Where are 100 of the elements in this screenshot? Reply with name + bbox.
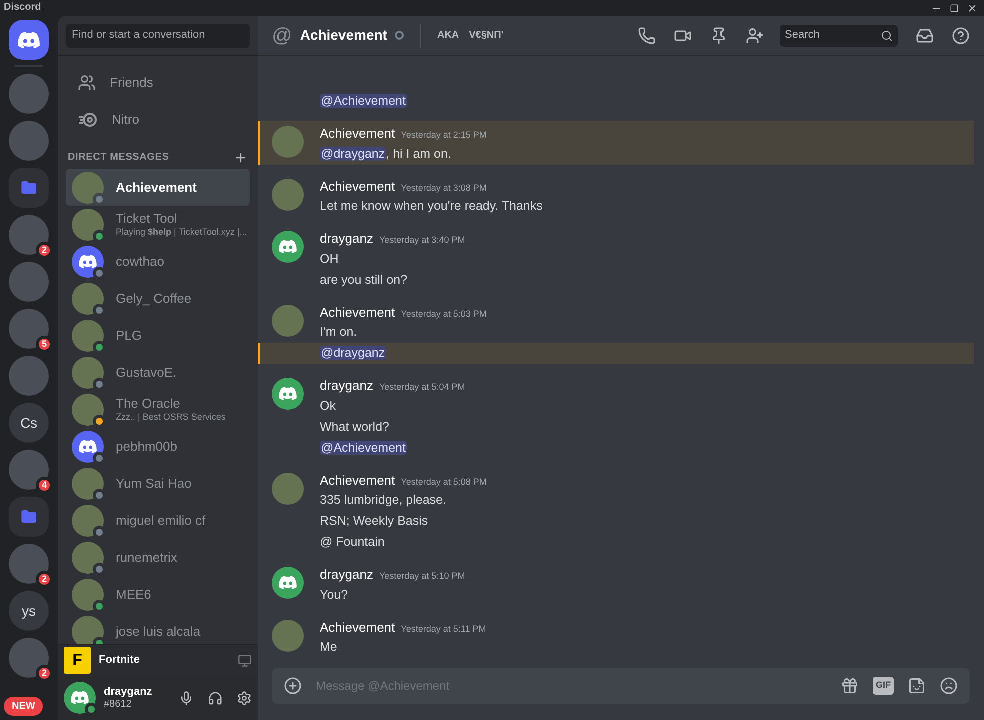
message-timestamp: Yesterday at 3:40 PM [379,234,466,247]
home-button[interactable] [9,20,49,60]
server-icon-placeholder[interactable] [9,638,49,678]
server-icon[interactable]: ys [9,591,49,631]
unread-count-badge: 4 [36,477,53,494]
conversation-item[interactable]: Gely_ Coffee [66,280,250,317]
conversation-item[interactable]: The Oracle Zzz.. | Best OSRS Services [66,391,250,428]
conversation-item[interactable]: Ticket Tool Playing $help | TicketTool.xyz |... [66,206,250,243]
discord-logo-icon [279,240,297,254]
add-icon[interactable] [234,150,248,164]
message-author[interactable]: Achievement [320,302,396,322]
server-folder[interactable] [9,168,49,208]
pin-icon[interactable] [710,26,728,44]
inbox-icon[interactable] [916,26,934,44]
discord-logo-icon [18,32,40,48]
unread-count-badge: 2 [36,242,53,259]
sticker-icon [908,677,926,695]
message-text: @ Fountain [320,534,385,551]
close-icon[interactable] [967,2,978,14]
conversation-name: pebhm00b [116,438,178,454]
message-timestamp: Yesterday at 5:10 PM [379,570,466,583]
message-text: @drayganz, hi I am on. [320,146,452,163]
message-author[interactable]: Achievement [320,124,396,144]
add-attachment-icon [284,677,302,695]
search-icon [881,30,893,42]
message-author[interactable]: Achievement [320,470,396,490]
search-field[interactable]: Search [780,24,898,46]
discord-logo-icon [79,254,97,268]
conversation-name: cowthao [116,254,164,270]
message-author[interactable]: drayganz [320,229,374,248]
avatar-photo-placeholder [272,472,304,504]
conversation-name: GustavoE. [116,364,177,380]
at-symbol: @ [272,26,292,46]
search-field[interactable]: Find or start a conversation [66,24,250,48]
message-author[interactable]: Achievement [320,618,396,637]
conversation-item[interactable]: miguel emilio cf [66,502,250,539]
help-icon[interactable] [952,26,970,44]
server-icon-placeholder[interactable] [9,450,49,490]
monitor-icon[interactable] [238,654,252,668]
conversation-item[interactable]: GustavoE. [66,354,250,391]
maximize-icon[interactable] [950,4,959,12]
discord-logo-icon [71,691,89,705]
headphones-icon[interactable] [208,690,223,706]
conversation-name: Yum Sai Hao [116,476,192,492]
discord-logo-icon [79,440,97,454]
avatar-photo-placeholder [72,282,104,314]
message-author[interactable]: Achievement [320,176,396,196]
message-text: OH [320,250,339,268]
user-tag: #8612 [104,698,171,710]
conversation-item[interactable]: cowthao [66,243,250,280]
message-text: are you still on? [320,272,408,289]
conversation-item[interactable]: Achievement [66,169,250,206]
avatar-photo-placeholder [72,468,104,500]
nav-item[interactable]: Nitro [66,101,250,138]
section-title: DIRECT MESSAGES [68,151,170,165]
conversation-item[interactable]: Yum Sai Hao [66,465,250,502]
emoji-icon [940,677,958,695]
folder-icon [21,180,37,196]
message-timestamp: Yesterday at 5:03 PM [401,308,487,321]
avatar-photo-placeholder [272,126,304,158]
nav-item[interactable]: Friends [66,64,250,101]
conversation-item[interactable]: runemetrix [66,539,250,576]
add-friend-icon[interactable] [746,26,764,44]
server-icon[interactable]: Cs [9,403,49,443]
avatar-photo-placeholder [72,320,104,352]
microphone-icon[interactable] [179,690,194,706]
discord-logo-icon [279,387,297,401]
server-icon-placeholder[interactable] [9,215,49,255]
activity-status: Zzz.. | Best OSRS Services [116,412,226,423]
message-text: What world? [320,418,390,436]
discord-logo-icon [279,576,297,590]
conversation-item[interactable]: PLG [66,317,250,354]
phone-icon[interactable] [638,26,656,44]
channel-name: Achievement [300,26,388,45]
friends-icon [78,74,96,92]
message-text: RSN; Weekly Basis [320,513,428,530]
new-badge: NEW [4,697,44,716]
settings-icon[interactable] [237,690,252,706]
window-title: Discord [4,3,42,13]
server-folder[interactable] [9,497,49,537]
message-author[interactable]: drayganz [320,565,374,584]
message-text: Me [320,639,338,656]
avatar-photo-placeholder [272,178,304,210]
avatar-photo-placeholder [72,542,104,574]
server-icon-placeholder[interactable] [9,544,49,584]
server-icon-placeholder[interactable] [9,309,49,349]
conversation-name: MEE6 [116,586,152,602]
message-timestamp: Yesterday at 5:08 PM [401,476,487,489]
game-icon: F [64,647,91,674]
message-author[interactable]: drayganz [320,376,374,396]
gift-icon [841,677,859,695]
conversation-item[interactable]: MEE6 [66,576,250,613]
message-text: @Achievement [320,440,407,456]
aka-label: AKA [437,29,460,43]
unread-count-badge: 2 [36,571,53,588]
unread-count-badge: 2 [36,665,53,682]
message-text: You? [320,586,348,604]
conversation-item[interactable]: pebhm00b [66,428,250,465]
avatar-photo-placeholder [72,172,104,204]
gif-button[interactable]: GIF [873,677,894,695]
